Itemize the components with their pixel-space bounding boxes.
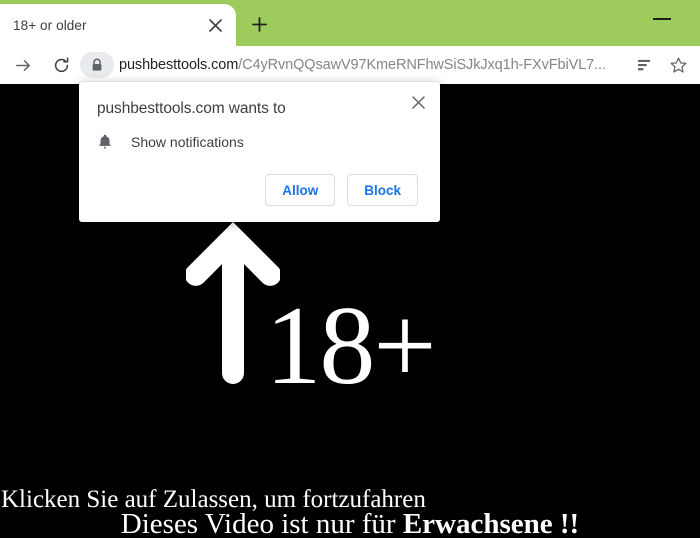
close-icon[interactable] xyxy=(206,16,224,34)
permission-request-row: Show notifications xyxy=(97,130,244,154)
dialog-actions: Allow Block xyxy=(265,174,418,206)
tab-title: 18+ or older xyxy=(13,17,87,33)
page-caption-secondary-bold: Erwachsene !! xyxy=(402,508,580,538)
permission-request-label: Show notifications xyxy=(131,134,244,150)
dialog-title: pushbesttools.com wants to xyxy=(97,100,286,117)
notification-permission-dialog: pushbesttools.com wants to Show notifica… xyxy=(79,82,440,222)
close-icon[interactable] xyxy=(407,91,429,113)
lock-icon[interactable] xyxy=(80,52,114,78)
reading-list-icon[interactable] xyxy=(630,51,658,79)
new-tab-button[interactable] xyxy=(244,9,274,39)
page-headline: 18+ xyxy=(265,284,436,408)
address-bar[interactable]: pushbesttools.com/C4yRvnQQsawV97KmeRNFhw… xyxy=(80,50,612,80)
url-path: /C4yRvnQQsawV97KmeRNFhwSiSJkJxq1h-FXvFbi… xyxy=(238,57,606,73)
minimize-icon xyxy=(653,18,671,20)
url-text: pushbesttools.com/C4yRvnQQsawV97KmeRNFhw… xyxy=(119,57,606,73)
block-button[interactable]: Block xyxy=(347,174,418,206)
page-caption-secondary: Dieses Video ist nur für Erwachsene !! xyxy=(0,508,700,538)
forward-arrow-icon[interactable] xyxy=(8,50,38,80)
url-host: pushbesttools.com xyxy=(119,57,239,73)
allow-button[interactable]: Allow xyxy=(265,174,336,206)
up-arrow-icon xyxy=(186,222,280,386)
browser-window: 18+ or older pushbesttools.com/C4yRvnQQs… xyxy=(0,0,700,538)
star-icon[interactable] xyxy=(664,51,692,79)
browser-tab[interactable]: 18+ or older xyxy=(0,4,236,46)
tab-strip: 18+ or older xyxy=(0,0,700,46)
minimize-button[interactable] xyxy=(646,4,678,26)
toolbar-right-actions xyxy=(630,50,692,80)
reload-icon[interactable] xyxy=(46,50,76,80)
page-caption-secondary-plain: Dieses Video ist nur für xyxy=(120,508,403,538)
bell-icon xyxy=(97,130,123,154)
